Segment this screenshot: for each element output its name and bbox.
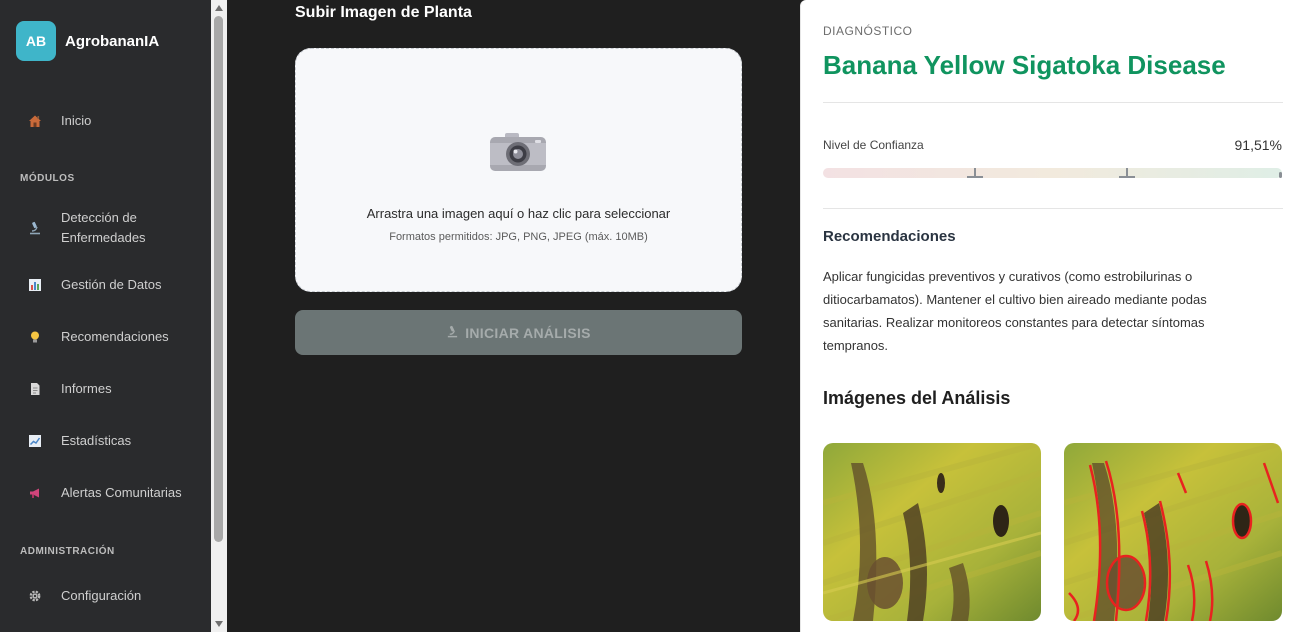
sidebar-item-label: Gestión de Datos bbox=[61, 277, 162, 292]
document-icon bbox=[28, 382, 42, 396]
sidebar-item-informes[interactable]: Informes bbox=[0, 379, 211, 399]
analysis-images-title: Imágenes del Análisis bbox=[823, 388, 1011, 408]
brand[interactable]: AB AgrobananIA bbox=[16, 21, 159, 61]
megaphone-icon bbox=[28, 486, 42, 500]
gear-icon bbox=[28, 589, 42, 603]
recommendations-text: Aplicar fungicidas preventivos y curativ… bbox=[823, 269, 1207, 353]
divider bbox=[823, 208, 1283, 209]
sidebar-item-label: Alertas Comunitarias bbox=[61, 485, 182, 500]
sidebar-item-gestion-datos[interactable]: Gestión de Datos bbox=[0, 275, 211, 295]
image-dropzone[interactable]: Arrastra una imagen aquí o haz clic para… bbox=[295, 48, 742, 292]
original-leaf-image[interactable] bbox=[823, 443, 1041, 621]
main-content: Subir Imagen de Planta Arrastra una imag… bbox=[227, 0, 800, 632]
section-title-modules: MÓDULOS bbox=[20, 173, 75, 184]
sidebar-item-label: Configuración bbox=[61, 588, 142, 603]
sidebar-item-recomendaciones[interactable]: Recomendaciones bbox=[0, 327, 211, 347]
start-analysis-label: INICIAR ANÁLISIS bbox=[465, 324, 591, 341]
sidebar-item-estadisticas[interactable]: Estadísticas bbox=[0, 431, 211, 451]
diagnosis-title: Banana Yellow Sigatoka Disease bbox=[823, 50, 1226, 80]
upload-title: Subir Imagen de Planta bbox=[295, 4, 472, 21]
dropzone-instruction: Arrastra una imagen aquí o haz clic para… bbox=[366, 206, 671, 221]
confidence-bar bbox=[823, 168, 1282, 178]
microscope-icon bbox=[446, 325, 459, 341]
confidence-marker bbox=[1279, 172, 1282, 178]
divider bbox=[823, 102, 1283, 103]
confidence-label: Nivel de Confianza bbox=[823, 138, 924, 152]
confidence-value: 91,51% bbox=[1234, 137, 1282, 153]
scrollbar-thumb[interactable] bbox=[214, 16, 223, 542]
microscope-icon bbox=[28, 221, 42, 235]
sidebar-item-inicio[interactable]: Inicio bbox=[0, 111, 211, 131]
camera-icon bbox=[489, 131, 547, 173]
scroll-up-arrow-icon[interactable] bbox=[215, 5, 223, 11]
diagnosis-label: DIAGNÓSTICO bbox=[823, 24, 913, 38]
brand-logo: AB bbox=[16, 21, 56, 61]
sidebar-item-alertas[interactable]: Alertas Comunitarias bbox=[0, 483, 211, 503]
scroll-down-arrow-icon[interactable] bbox=[215, 621, 223, 627]
bar-chart-icon bbox=[28, 278, 42, 292]
start-analysis-button[interactable]: INICIAR ANÁLISIS bbox=[295, 310, 742, 355]
line-chart-icon bbox=[28, 434, 42, 448]
brand-name: AgrobananIA bbox=[65, 32, 160, 50]
sidebar-item-label: Inicio bbox=[61, 113, 92, 128]
section-title-admin: ADMINISTRACIÓN bbox=[20, 546, 115, 557]
confidence-tick bbox=[1119, 168, 1135, 178]
segmented-leaf-image[interactable] bbox=[1064, 443, 1282, 621]
house-icon bbox=[28, 114, 42, 128]
sidebar-item-label: Recomendaciones bbox=[61, 329, 169, 344]
sidebar: AB AgrobananIA Inicio MÓDULOS Detección … bbox=[0, 0, 211, 632]
sidebar-item-deteccion[interactable]: Detección de Enfermedades bbox=[0, 208, 211, 248]
sidebar-item-label: Informes bbox=[61, 381, 112, 396]
confidence-tick bbox=[967, 168, 983, 178]
recommendations-title: Recomendaciones bbox=[823, 228, 956, 245]
lightbulb-icon bbox=[28, 330, 42, 344]
dropzone-formats: Formatos permitidos: JPG, PNG, JPEG (máx… bbox=[389, 231, 648, 243]
sidebar-scrollbar[interactable] bbox=[211, 0, 227, 632]
result-panel: DIAGNÓSTICO Banana Yellow Sigatoka Disea… bbox=[800, 0, 1306, 632]
sidebar-item-label: Detección de Enfermedades bbox=[61, 210, 146, 245]
sidebar-item-label: Estadísticas bbox=[61, 433, 132, 448]
sidebar-item-configuracion[interactable]: Configuración bbox=[0, 586, 211, 606]
app-window: AB AgrobananIA Inicio MÓDULOS Detección … bbox=[0, 0, 1306, 632]
